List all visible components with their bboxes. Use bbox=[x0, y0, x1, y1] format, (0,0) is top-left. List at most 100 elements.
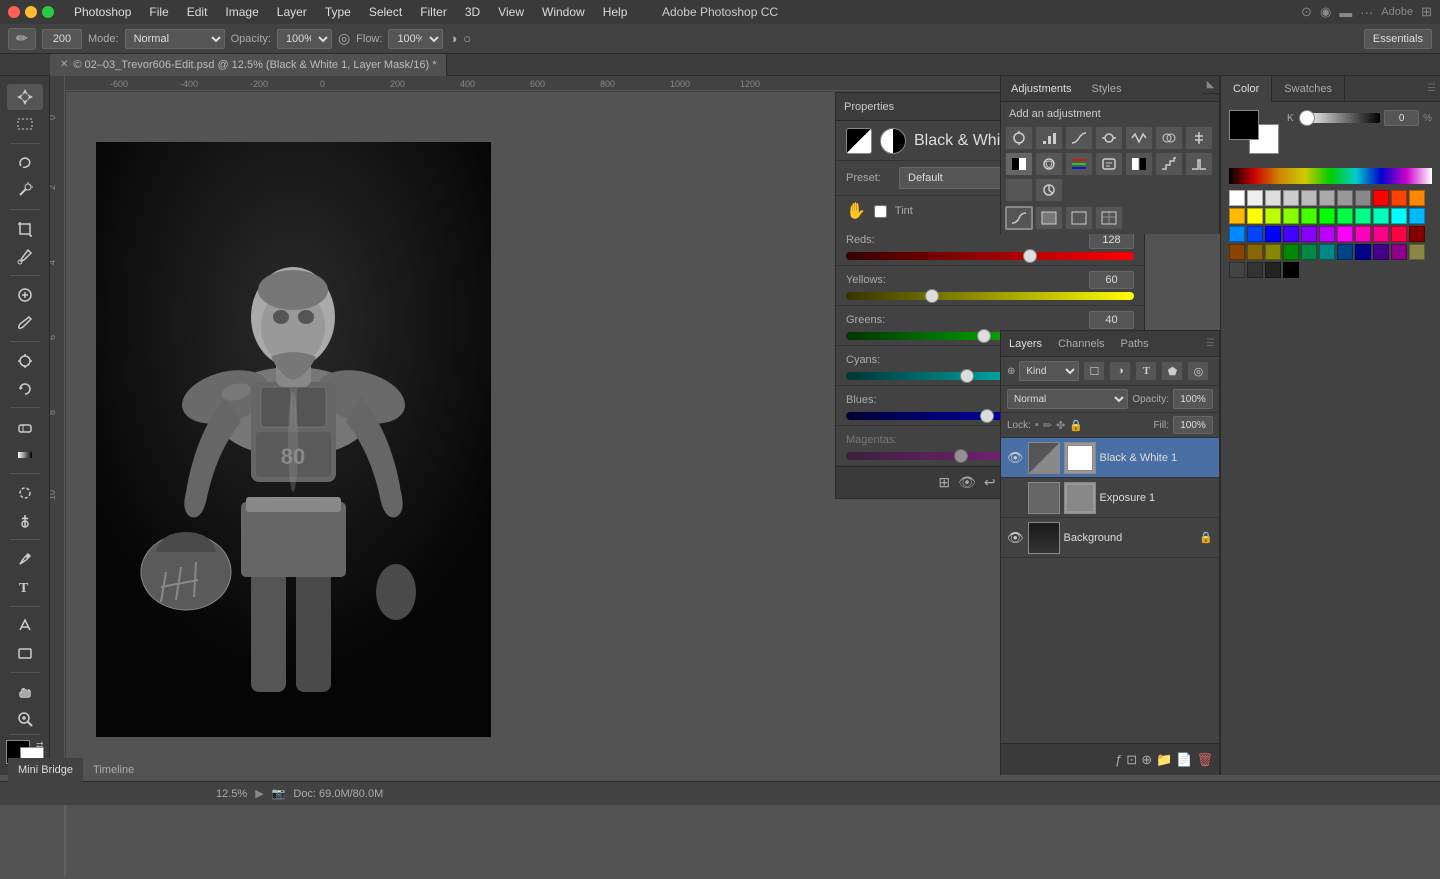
swatch-cell[interactable] bbox=[1301, 208, 1317, 224]
close-button[interactable] bbox=[8, 6, 20, 18]
swatch-cell[interactable] bbox=[1355, 208, 1371, 224]
yellows-slider-track[interactable] bbox=[846, 292, 1134, 300]
k-slider-track[interactable] bbox=[1303, 113, 1380, 123]
swatch-cell[interactable] bbox=[1337, 226, 1353, 242]
swatch-cell[interactable] bbox=[1247, 262, 1263, 278]
workspace-dropdown[interactable]: Essentials bbox=[1364, 29, 1432, 49]
swatch-cell[interactable] bbox=[1301, 244, 1317, 260]
maximize-button[interactable] bbox=[42, 6, 54, 18]
fill-input[interactable] bbox=[1173, 416, 1213, 434]
swatch-cell[interactable] bbox=[1283, 262, 1299, 278]
exposure-icon[interactable] bbox=[1095, 126, 1123, 150]
swatch-cell[interactable] bbox=[1337, 190, 1353, 206]
mode-dropdown[interactable]: Normal bbox=[125, 29, 225, 49]
swatch-cell[interactable] bbox=[1337, 208, 1353, 224]
shape-tool[interactable] bbox=[7, 640, 43, 666]
tab-close[interactable]: ✕ bbox=[60, 59, 68, 70]
foreground-color-swatch[interactable] bbox=[1229, 110, 1259, 140]
hue-saturation-icon[interactable] bbox=[1155, 126, 1183, 150]
lasso-tool[interactable] bbox=[7, 150, 43, 176]
selective-color-icon[interactable] bbox=[1035, 178, 1063, 202]
swatch-cell[interactable] bbox=[1229, 244, 1245, 260]
curves-icon[interactable] bbox=[1065, 126, 1093, 150]
gradient-tool[interactable] bbox=[7, 442, 43, 468]
swatch-cell[interactable] bbox=[1283, 190, 1299, 206]
tab-timeline[interactable]: Timeline bbox=[83, 758, 144, 782]
invert-icon[interactable] bbox=[1125, 152, 1153, 176]
tab-channels[interactable]: Channels bbox=[1050, 331, 1112, 357]
swatch-cell[interactable] bbox=[1283, 226, 1299, 242]
layer-visibility-exposure1[interactable]: 👁 bbox=[1007, 490, 1024, 506]
camera-icon[interactable]: 📷 bbox=[272, 787, 286, 800]
layer-item-background[interactable]: 👁 Background 🔒 bbox=[1001, 518, 1219, 558]
layer-visibility-background[interactable]: 👁 bbox=[1007, 530, 1024, 546]
lock-paint-icon[interactable]: ✏ bbox=[1043, 419, 1052, 432]
dodge-tool[interactable] bbox=[7, 508, 43, 534]
levels-icon[interactable] bbox=[1035, 126, 1063, 150]
menu-select[interactable]: Select bbox=[361, 3, 410, 21]
greens-value[interactable] bbox=[1089, 311, 1134, 329]
filter-smart-icon[interactable]: ◎ bbox=[1187, 361, 1209, 381]
minimize-button[interactable] bbox=[25, 6, 37, 18]
swatch-cell[interactable] bbox=[1409, 244, 1425, 260]
delete-layer-icon[interactable]: 🗑 bbox=[1196, 752, 1213, 768]
swatch-cell[interactable] bbox=[1319, 190, 1335, 206]
menu-view[interactable]: View bbox=[490, 3, 532, 21]
menu-3d[interactable]: 3D bbox=[457, 3, 488, 21]
swatch-cell[interactable] bbox=[1337, 244, 1353, 260]
zoom-tool[interactable] bbox=[7, 706, 43, 732]
tab-color[interactable]: Color bbox=[1221, 76, 1272, 102]
menu-file[interactable]: File bbox=[141, 3, 176, 21]
move-tool[interactable] bbox=[7, 84, 43, 110]
menu-type[interactable]: Type bbox=[317, 3, 359, 21]
clone-stamp-tool[interactable] bbox=[7, 348, 43, 374]
new-group-icon[interactable]: 📁 bbox=[1156, 752, 1172, 768]
scrubby-hand-icon[interactable]: ✋ bbox=[846, 201, 866, 221]
color-balance-icon[interactable] bbox=[1185, 126, 1213, 150]
k-value-input[interactable] bbox=[1384, 110, 1419, 126]
swatch-cell[interactable] bbox=[1229, 208, 1245, 224]
pattern-fill-icon[interactable] bbox=[1095, 206, 1123, 230]
swatch-cell[interactable] bbox=[1409, 226, 1425, 242]
swatch-cell[interactable] bbox=[1229, 262, 1245, 278]
menu-photoshop[interactable]: Photoshop bbox=[66, 3, 139, 21]
magic-wand-tool[interactable] bbox=[7, 178, 43, 204]
photo-filter-icon[interactable] bbox=[1035, 152, 1063, 176]
add-mask-icon[interactable]: ⊞ bbox=[938, 474, 950, 491]
document-tab[interactable]: ✕ © 02–03_Trevor606-Edit.psd @ 12.5% (Bl… bbox=[50, 54, 447, 76]
brightness-contrast-icon[interactable] bbox=[1005, 126, 1033, 150]
flow-dropdown[interactable]: 100% bbox=[388, 29, 443, 49]
layer-style-icon[interactable]: ƒ bbox=[1115, 752, 1122, 767]
tab-mini-bridge[interactable]: Mini Bridge bbox=[8, 758, 83, 782]
tab-adjustments[interactable]: Adjustments bbox=[1001, 76, 1082, 102]
swatch-cell[interactable] bbox=[1391, 208, 1407, 224]
tab-styles[interactable]: Styles bbox=[1082, 76, 1132, 102]
visibility-icon[interactable]: 👁 bbox=[958, 474, 976, 491]
swatch-cell[interactable] bbox=[1265, 226, 1281, 242]
menu-window[interactable]: Window bbox=[534, 3, 593, 21]
swatch-cell[interactable] bbox=[1391, 190, 1407, 206]
swatch-cell[interactable] bbox=[1373, 244, 1389, 260]
color-lookup-icon[interactable] bbox=[1095, 152, 1123, 176]
swatch-cell[interactable] bbox=[1409, 208, 1425, 224]
crop-tool[interactable] bbox=[7, 216, 43, 242]
layers-panel-menu[interactable]: ☰ bbox=[1206, 338, 1219, 349]
extra-icon[interactable]: ○ bbox=[463, 31, 471, 46]
eyedropper-tool[interactable] bbox=[7, 244, 43, 270]
add-mask-layer-icon[interactable]: ⊡ bbox=[1126, 752, 1137, 768]
swatch-cell[interactable] bbox=[1247, 244, 1263, 260]
opacity-input[interactable] bbox=[1173, 389, 1213, 409]
swatch-cell[interactable] bbox=[1283, 244, 1299, 260]
blend-mode-select[interactable]: Normal bbox=[1007, 389, 1128, 409]
lock-all-icon[interactable]: 🔒 bbox=[1069, 419, 1083, 432]
swatch-cell[interactable] bbox=[1355, 244, 1371, 260]
marquee-tool[interactable] bbox=[7, 112, 43, 138]
opacity-dropdown[interactable]: 100% bbox=[277, 29, 332, 49]
smoothing-icon[interactable]: ◑ bbox=[449, 31, 457, 46]
swatch-cell[interactable] bbox=[1355, 190, 1371, 206]
new-layer-icon[interactable]: 📄 bbox=[1176, 752, 1192, 768]
black-white-icon[interactable] bbox=[1005, 152, 1033, 176]
color-spectrum-bar[interactable] bbox=[1229, 168, 1432, 184]
filter-pixel-icon[interactable]: ☐ bbox=[1083, 361, 1105, 381]
solid-color-icon[interactable] bbox=[1035, 206, 1063, 230]
